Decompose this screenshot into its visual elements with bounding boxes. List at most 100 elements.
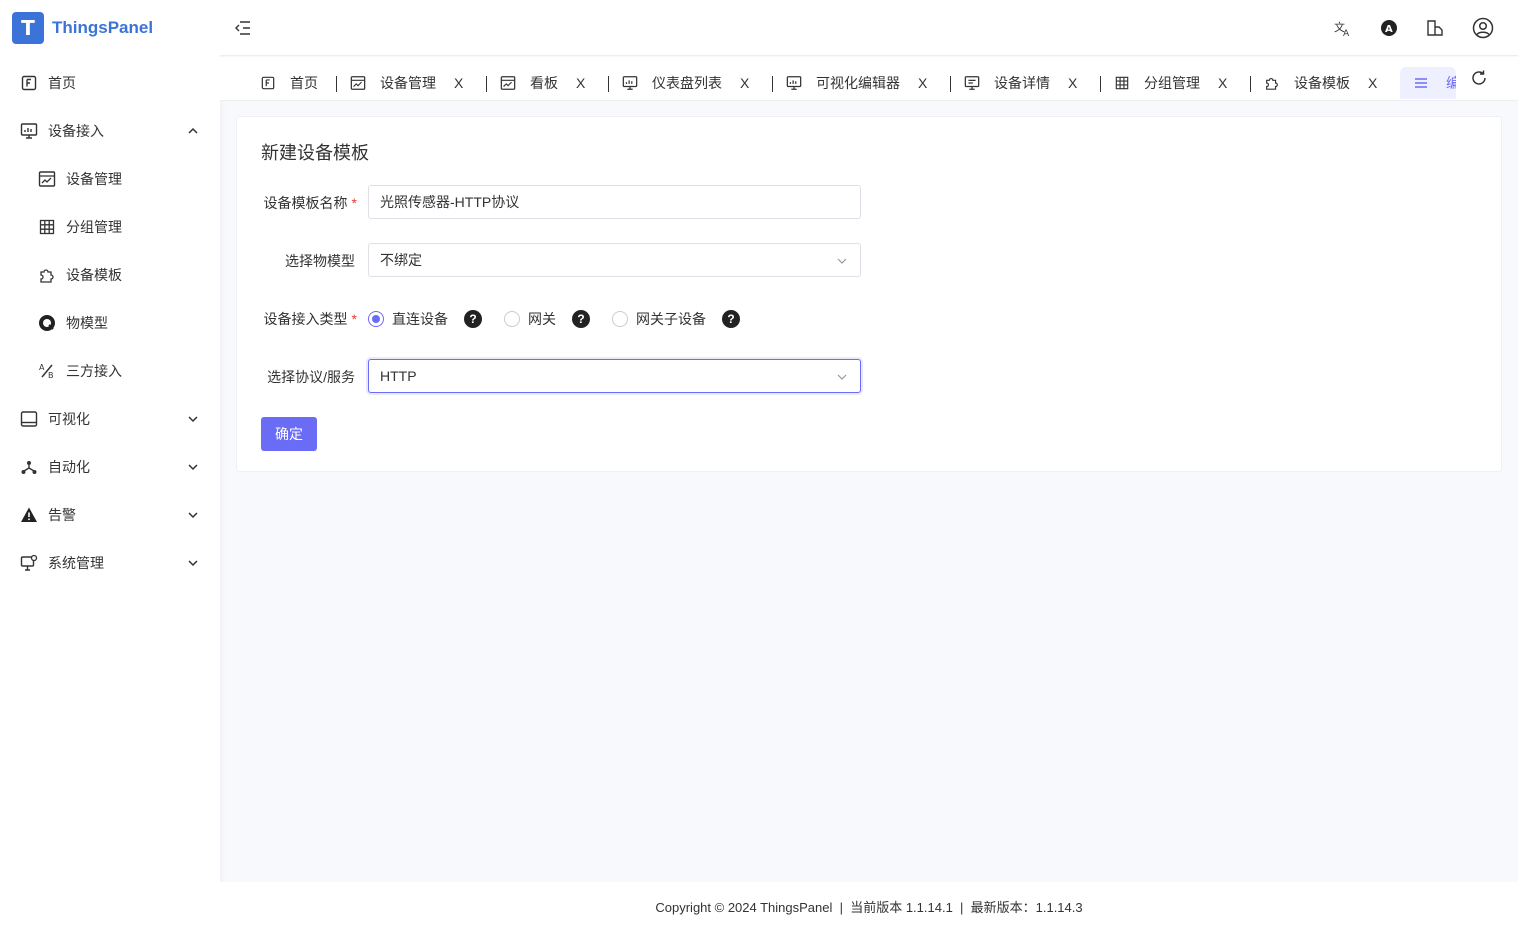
home-icon xyxy=(260,75,276,91)
sidebar-item-automation[interactable]: 自动化 xyxy=(0,447,220,487)
close-icon[interactable]: X xyxy=(1068,75,1077,91)
percent-icon: AB xyxy=(38,362,56,380)
radio-gateway-sub[interactable] xyxy=(612,311,628,327)
tab-label: 设备管理 xyxy=(380,75,436,91)
monitor-icon xyxy=(786,75,802,91)
sidebar-item-label: 可视化 xyxy=(48,411,90,427)
tab-label: 仪表盘列表 xyxy=(652,75,722,91)
sidebar-item-device-template[interactable]: 设备模板 xyxy=(0,255,220,295)
menu-collapse-icon[interactable] xyxy=(234,19,252,37)
sidebar-item-label: 设备管理 xyxy=(66,171,122,187)
tab-group-manage[interactable]: 分组管理 X xyxy=(1114,69,1227,97)
tab-label: 编 xyxy=(1446,73,1456,93)
logo-icon: T xyxy=(12,12,44,44)
tablet-icon xyxy=(20,410,38,428)
close-icon[interactable]: X xyxy=(1368,75,1377,91)
sidebar-item-home[interactable]: 首页 xyxy=(0,63,220,103)
logo[interactable]: T ThingsPanel xyxy=(0,0,220,56)
grid-icon xyxy=(38,218,56,236)
chevron-down-icon xyxy=(186,460,200,474)
monitor-icon xyxy=(20,122,38,140)
tab-separator xyxy=(1250,76,1251,92)
tab-home[interactable]: 首页 xyxy=(260,69,318,97)
radio-label: 网关子设备 xyxy=(636,311,706,327)
template-form-card: 新建设备模板 设备模板名称 * 光照传感器-HTTP协议 选择物模型 不绑定 设备… xyxy=(236,116,1502,472)
sidebar-item-label: 首页 xyxy=(48,75,76,91)
radio-label: 直连设备 xyxy=(392,311,448,327)
close-icon[interactable]: X xyxy=(576,75,585,91)
select-value: 不绑定 xyxy=(380,252,422,268)
tab-bar: 首页 设备管理 X 看板 X 仪表盘列表 X 可视化编辑器 X 设备详情 X 分… xyxy=(220,57,1518,101)
chevron-up-icon xyxy=(186,124,200,138)
tab-separator xyxy=(486,76,487,92)
tab-label: 设备模板 xyxy=(1294,75,1350,91)
radio-gateway[interactable] xyxy=(504,311,520,327)
puzzle-icon xyxy=(1264,75,1280,91)
theme-a-icon[interactable]: A xyxy=(1378,17,1400,39)
monitor-icon xyxy=(622,75,638,91)
radio-label: 网关 xyxy=(528,311,556,327)
chart-window-icon xyxy=(350,75,366,91)
puzzle-icon xyxy=(38,266,56,284)
label-text: 设备模板名称 xyxy=(263,195,348,211)
sidebar-item-system[interactable]: 系统管理 xyxy=(0,543,220,583)
close-icon[interactable]: X xyxy=(740,75,749,91)
sidebar-item-device-access[interactable]: 设备接入 xyxy=(0,111,220,151)
tab-device-manage[interactable]: 设备管理 X xyxy=(350,69,463,97)
grid-icon xyxy=(1114,75,1130,91)
template-name-input[interactable]: 光照传感器-HTTP协议 xyxy=(368,185,861,219)
translate-icon[interactable]: 文A xyxy=(1332,17,1354,39)
input-value: 光照传感器-HTTP协议 xyxy=(380,194,520,210)
form-label-access: 设备接入类型 * xyxy=(247,309,357,329)
tab-device-template[interactable]: 设备模板 X xyxy=(1264,69,1377,97)
sidebar-item-label: 系统管理 xyxy=(48,555,104,571)
monitor-detail-icon xyxy=(964,75,980,91)
sidebar-item-label: 三方接入 xyxy=(66,363,122,379)
circle-q-icon xyxy=(38,314,56,332)
protocol-select[interactable]: HTTP xyxy=(368,359,861,393)
help-icon[interactable]: ? xyxy=(464,310,482,328)
form-label-protocol: 选择协议/服务 xyxy=(267,369,355,385)
chevron-down-icon xyxy=(836,255,848,267)
close-icon[interactable]: X xyxy=(918,75,927,91)
tab-active-edit[interactable]: 编 xyxy=(1400,67,1456,99)
tab-dashboard[interactable]: 看板 X xyxy=(500,69,585,97)
layout-icon[interactable] xyxy=(1424,17,1446,39)
refresh-icon[interactable] xyxy=(1470,69,1488,87)
user-icon[interactable] xyxy=(1472,17,1494,39)
tab-label: 可视化编辑器 xyxy=(816,75,900,91)
chart-window-icon xyxy=(38,170,56,188)
label-text: 设备接入类型 xyxy=(263,311,348,327)
required-mark: * xyxy=(351,195,357,211)
tab-separator xyxy=(772,76,773,92)
top-header: 文A A xyxy=(220,0,1518,56)
help-icon[interactable]: ? xyxy=(572,310,590,328)
sidebar-item-device-manage[interactable]: 设备管理 xyxy=(0,159,220,199)
tab-separator xyxy=(608,76,609,92)
chevron-down-icon xyxy=(186,412,200,426)
form-label-model: 选择物模型 xyxy=(285,253,355,269)
sidebar-item-label: 告警 xyxy=(48,507,76,523)
tab-separator xyxy=(950,76,951,92)
tab-visual-editor[interactable]: 可视化编辑器 X xyxy=(786,69,927,97)
access-type-radio-group: 直连设备 ? 网关 ? 网关子设备 ? xyxy=(368,308,762,330)
close-icon[interactable]: X xyxy=(1218,75,1227,91)
close-icon[interactable]: X xyxy=(454,75,463,91)
sidebar-item-group-manage[interactable]: 分组管理 xyxy=(0,207,220,247)
tab-panel-list[interactable]: 仪表盘列表 X xyxy=(622,69,749,97)
tab-device-detail[interactable]: 设备详情 X xyxy=(964,69,1077,97)
help-icon[interactable]: ? xyxy=(722,310,740,328)
radio-direct[interactable] xyxy=(368,311,384,327)
confirm-button[interactable]: 确定 xyxy=(261,417,317,451)
sidebar-item-visualization[interactable]: 可视化 xyxy=(0,399,220,439)
tab-label: 首页 xyxy=(290,75,318,91)
sidebar-item-thing-model[interactable]: 物模型 xyxy=(0,303,220,343)
sidebar-item-third-party[interactable]: AB 三方接入 xyxy=(0,351,220,391)
app-name: ThingsPanel xyxy=(52,18,154,37)
chevron-down-icon xyxy=(836,371,848,383)
svg-text:A: A xyxy=(1343,29,1350,37)
thing-model-select[interactable]: 不绑定 xyxy=(368,243,861,277)
sidebar-item-alarm[interactable]: 告警 xyxy=(0,495,220,535)
svg-text:B: B xyxy=(48,371,54,380)
form-label-name: 设备模板名称 * xyxy=(247,193,357,213)
